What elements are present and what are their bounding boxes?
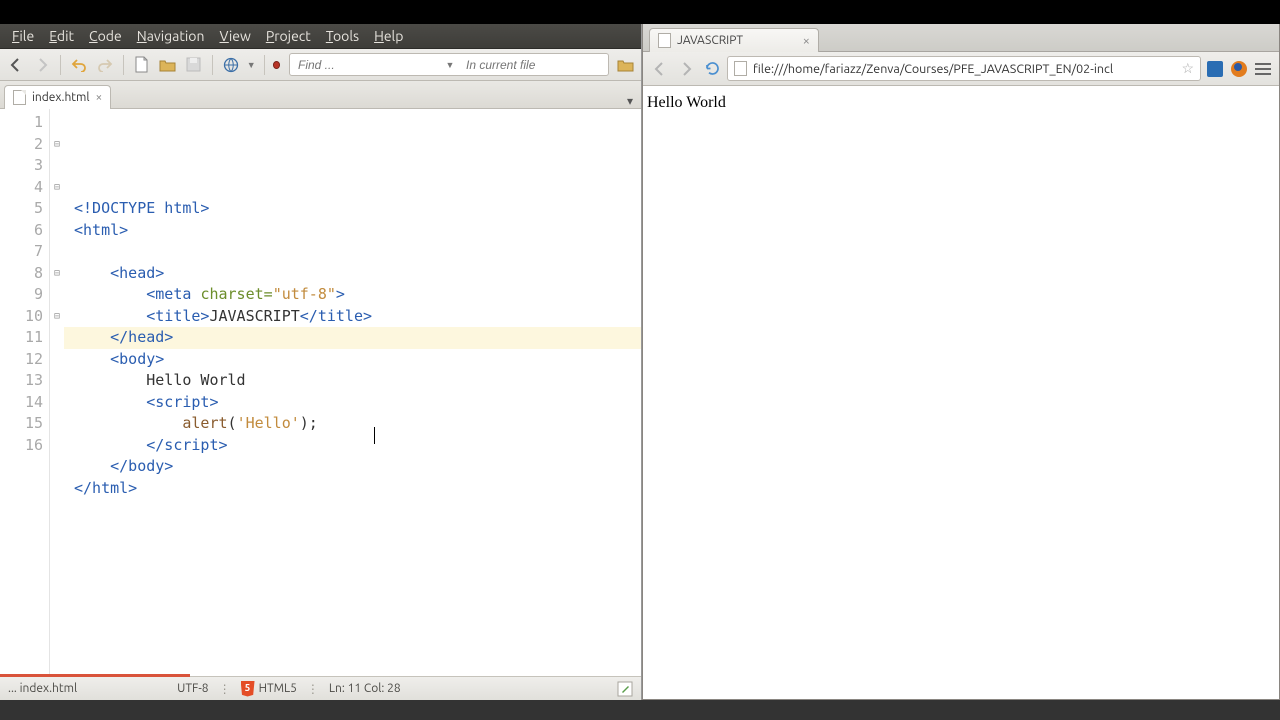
menu-tools[interactable]: Tools: [320, 26, 365, 46]
browser-toolbar: file:///home/fariazz/Zenva/Courses/PFE_J…: [643, 52, 1279, 86]
record-indicator-icon: [273, 61, 280, 69]
edit-mode-icon[interactable]: [617, 681, 633, 697]
page-text: Hello World: [647, 94, 726, 111]
extension-icon-1[interactable]: [1205, 59, 1225, 79]
file-tab-index-html[interactable]: index.html ×: [4, 85, 111, 109]
status-file: ... index.html: [8, 682, 77, 695]
status-cursor-position: Ln: 11 Col: 28: [329, 682, 401, 695]
page-favicon: [658, 33, 671, 48]
html5-shield-icon: [241, 681, 255, 697]
find-input[interactable]: [290, 58, 442, 72]
open-project-button[interactable]: [615, 54, 635, 76]
status-encoding[interactable]: UTF-8: [177, 682, 208, 695]
status-language[interactable]: HTML5: [241, 681, 297, 697]
editor-window: FileEditCodeNavigationViewProjectToolsHe…: [0, 24, 642, 700]
extension-firebug-icon[interactable]: [1229, 59, 1249, 79]
browser-tab-title: JAVASCRIPT: [677, 34, 743, 47]
redo-button[interactable]: [95, 54, 115, 76]
url-favicon: [734, 61, 747, 76]
line-gutter: 12345678910111213141516: [0, 109, 50, 676]
menu-code[interactable]: Code: [83, 26, 128, 46]
browser-reload-button[interactable]: [701, 58, 723, 80]
file-tab-label: index.html: [32, 91, 90, 104]
fold-column[interactable]: ⊟⊟⊟⊟: [50, 109, 64, 676]
find-dropdown-icon[interactable]: ▼: [442, 60, 458, 70]
close-tab-button[interactable]: ×: [96, 91, 103, 104]
menu-help[interactable]: Help: [368, 26, 409, 46]
editor-toolbar: ▼ ▼: [0, 49, 641, 81]
file-icon: [13, 90, 26, 105]
browser-viewport[interactable]: Hello World: [643, 86, 1279, 699]
url-text: file:///home/fariazz/Zenva/Courses/PFE_J…: [753, 62, 1175, 76]
web-preview-button[interactable]: [221, 54, 241, 76]
forward-button[interactable]: [32, 54, 52, 76]
browser-tab[interactable]: JAVASCRIPT ×: [649, 28, 819, 52]
browser-window: JAVASCRIPT × file:///home/fariazz/Zenva/…: [642, 24, 1280, 700]
dropdown-caret-icon[interactable]: ▼: [247, 60, 256, 70]
editor-tabbar: index.html × ▾: [0, 81, 641, 109]
editor-statusbar: ... index.html UTF-8 ⋮ HTML5 ⋮ Ln: 11 Co…: [0, 676, 641, 700]
undo-button[interactable]: [69, 54, 89, 76]
menu-edit[interactable]: Edit: [43, 26, 80, 46]
close-browser-tab-button[interactable]: ×: [803, 34, 810, 48]
menu-view[interactable]: View: [213, 26, 256, 46]
save-button[interactable]: [184, 54, 204, 76]
menu-project[interactable]: Project: [260, 26, 317, 46]
browser-url-bar[interactable]: file:///home/fariazz/Zenva/Courses/PFE_J…: [727, 56, 1201, 81]
browser-back-button[interactable]: [649, 58, 671, 80]
browser-tabstrip: JAVASCRIPT ×: [643, 24, 1279, 52]
video-letterbox: [0, 0, 1280, 24]
code-editor[interactable]: 12345678910111213141516 ⊟⊟⊟⊟ <!DOCTYPE h…: [0, 109, 641, 676]
bookmark-star-icon[interactable]: ☆: [1181, 60, 1194, 77]
editor-menubar: FileEditCodeNavigationViewProjectToolsHe…: [0, 24, 641, 49]
browser-menu-button[interactable]: [1253, 59, 1273, 79]
menu-file[interactable]: File: [6, 26, 40, 46]
back-button[interactable]: [6, 54, 26, 76]
new-file-button[interactable]: [132, 54, 152, 76]
menu-navigation[interactable]: Navigation: [131, 26, 211, 46]
find-scope-input[interactable]: [458, 58, 608, 72]
show-all-tabs-icon[interactable]: ▾: [627, 94, 633, 108]
progress-bar: [0, 674, 190, 677]
open-folder-button[interactable]: [158, 54, 178, 76]
find-box: ▼: [289, 53, 609, 76]
code-area[interactable]: <!DOCTYPE html><html> <head> <meta chars…: [64, 109, 641, 676]
browser-forward-button[interactable]: [675, 58, 697, 80]
